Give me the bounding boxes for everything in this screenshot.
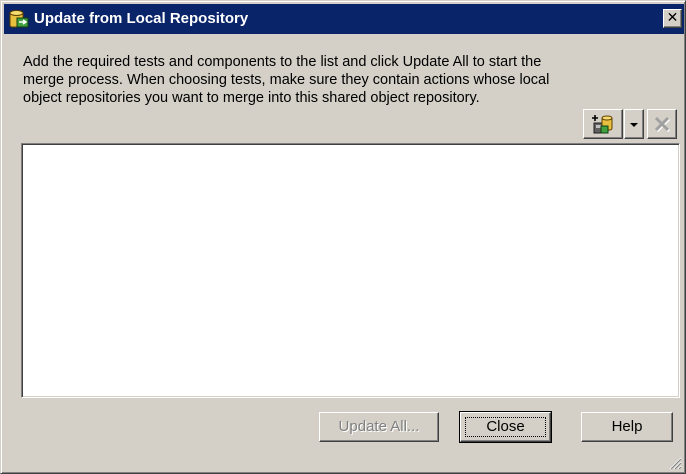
add-tests-button[interactable] (583, 109, 623, 139)
add-tests-icon (592, 115, 613, 134)
update-from-local-repository-dialog: Update from Local Repository ✕ Add the r… (0, 0, 686, 474)
close-icon: ✕ (666, 10, 679, 26)
dropdown-arrow-icon (630, 123, 638, 127)
tests-list[interactable] (21, 143, 680, 398)
remove-icon (654, 116, 671, 133)
add-options-dropdown-button[interactable] (624, 109, 644, 139)
update-all-button[interactable]: Update All... (319, 412, 439, 442)
remove-button[interactable] (647, 109, 677, 139)
close-window-button[interactable]: ✕ (663, 9, 682, 28)
focus-rectangle (465, 417, 546, 437)
repository-app-icon (9, 10, 29, 28)
title-bar[interactable]: Update from Local Repository ✕ (4, 4, 684, 34)
instructions-text: Add the required tests and components to… (23, 54, 550, 106)
close-button[interactable]: Close (459, 411, 552, 443)
dialog-title: Update from Local Repository (34, 10, 249, 27)
resize-grip-icon[interactable] (668, 456, 682, 470)
help-button[interactable]: Help (581, 412, 673, 442)
